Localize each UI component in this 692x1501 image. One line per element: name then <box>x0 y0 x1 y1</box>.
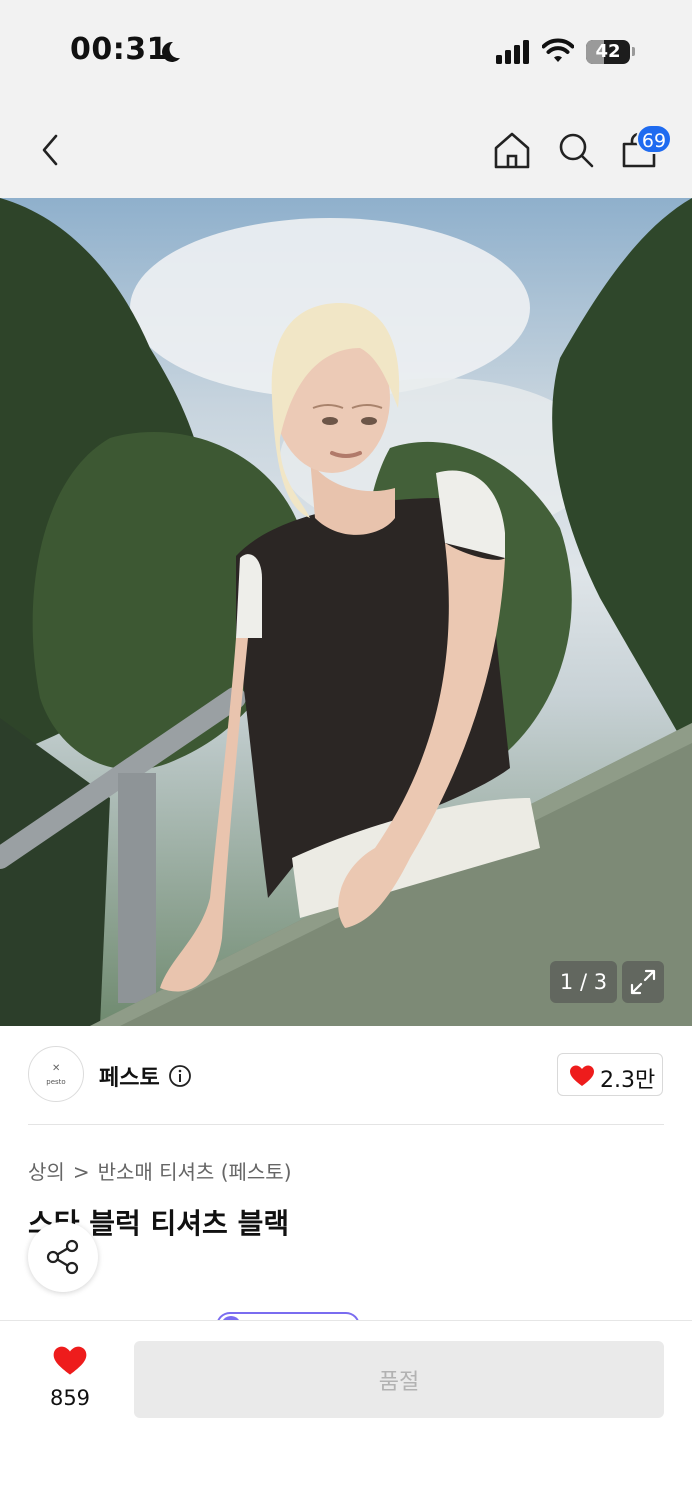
expand-button[interactable] <box>622 961 664 1003</box>
brand-like-count: 2.3만 <box>600 1068 656 1093</box>
status-time: 00:31 <box>70 32 168 67</box>
search-icon[interactable] <box>556 130 596 170</box>
sold-out-button[interactable]: 품절 <box>134 1341 664 1418</box>
wifi-icon <box>542 38 574 62</box>
battery-indicator: 42 <box>586 40 630 64</box>
home-icon[interactable] <box>492 130 532 170</box>
brand-like-button[interactable]: 2.3만 <box>557 1053 663 1096</box>
brand-name[interactable]: 페스토 <box>99 1060 160 1092</box>
wishlist-heart-icon[interactable] <box>53 1346 87 1376</box>
breadcrumb: 상의 > 반소매 티셔츠 (페스토) <box>28 1156 292 1185</box>
brand-logo[interactable]: ✕ pesto <box>28 1046 84 1102</box>
signal-icon <box>496 40 529 64</box>
brand-logo-text: pesto <box>46 1078 66 1086</box>
share-icon <box>46 1239 79 1275</box>
breadcrumb-item-subcategory[interactable]: 반소매 티셔츠 (페스토) <box>98 1160 292 1184</box>
status-bar: 00:31 42 <box>0 0 692 100</box>
back-icon[interactable] <box>36 132 64 168</box>
product-image[interactable] <box>0 198 692 1026</box>
expand-icon <box>630 969 656 995</box>
breadcrumb-item-category[interactable]: 상의 <box>28 1160 65 1184</box>
chevron-right-icon: > <box>72 1160 90 1184</box>
battery-percent: 42 <box>595 41 621 62</box>
battery-tip <box>632 47 635 56</box>
cart-count-badge: 69 <box>636 124 672 154</box>
divider <box>28 1124 664 1125</box>
info-icon[interactable] <box>168 1064 192 1088</box>
image-counter: 1 / 3 <box>550 961 617 1003</box>
product-photo <box>0 198 692 1026</box>
heart-icon <box>570 1065 594 1086</box>
brand-logo-mark: ✕ <box>52 1063 61 1074</box>
moon-icon <box>162 41 180 62</box>
wishlist-count: 859 <box>49 1386 91 1410</box>
share-button[interactable] <box>28 1222 98 1292</box>
